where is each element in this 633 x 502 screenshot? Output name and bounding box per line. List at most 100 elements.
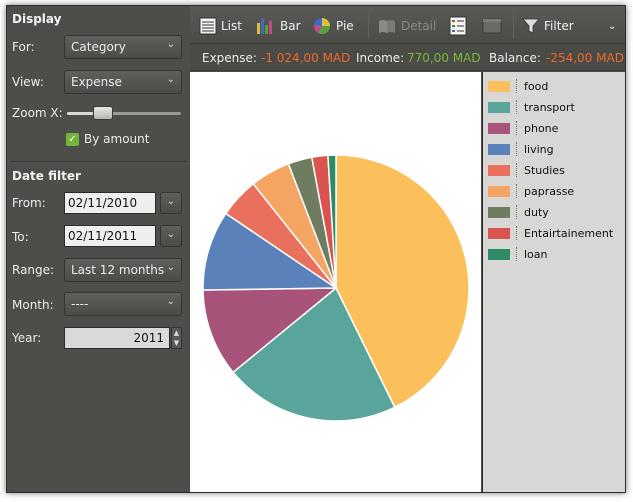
chevron-down-icon: ⌄ xyxy=(166,296,175,307)
filter-button-label: Filter xyxy=(544,19,574,33)
to-date-input[interactable]: 02/11/2011 xyxy=(64,225,156,247)
chevron-down-icon: ⌄ xyxy=(608,20,617,32)
detail-button-label: Detail xyxy=(401,19,437,33)
by-amount-label: By amount xyxy=(84,132,150,146)
legend-divider xyxy=(516,142,517,156)
for-combo[interactable]: Category ⌄ xyxy=(64,35,182,59)
legend-label: living xyxy=(524,142,554,156)
legend-divider xyxy=(516,163,517,177)
legend-swatch xyxy=(488,80,510,92)
spin-up-icon[interactable]: ▲ xyxy=(172,328,181,338)
legend-swatch xyxy=(488,227,510,239)
legend-label: phone xyxy=(524,121,559,135)
to-label: To: xyxy=(12,230,29,244)
month-combo[interactable]: ---- ⌄ xyxy=(64,292,182,316)
legend-divider xyxy=(516,205,517,219)
list-button-label: List xyxy=(221,19,242,33)
toolbar: List Bar Pie Detail Filter ⌄ xyxy=(190,6,625,44)
list-view-button[interactable]: List xyxy=(199,15,242,37)
date-filter-section-title: Date filter xyxy=(12,169,81,183)
filter-button[interactable]: Filter xyxy=(522,15,574,37)
totals-bar: Expense: -1 024,00 MAD Income: 770,00 MA… xyxy=(190,45,625,71)
to-date-picker-button[interactable]: ⌄ xyxy=(160,225,182,247)
legend-label: Studies xyxy=(524,163,565,177)
legend-divider xyxy=(516,79,517,93)
from-label: From: xyxy=(12,196,46,210)
legend-item-transport: transport xyxy=(488,100,575,114)
zoom-slider-handle[interactable] xyxy=(93,106,113,120)
range-combo-value: Last 12 months xyxy=(71,263,165,277)
year-spin-input[interactable]: 2011 xyxy=(64,327,170,349)
legend-swatch xyxy=(488,101,510,113)
legend-swatch xyxy=(488,122,510,134)
month-combo-value: ---- xyxy=(71,297,89,311)
from-date-picker-button[interactable]: ⌄ xyxy=(160,192,182,214)
zoom-slider-fill xyxy=(67,112,93,115)
legend-swatch xyxy=(488,185,510,197)
book-icon xyxy=(379,20,395,33)
chart-legend: food transport phone living Studies paprasse d… xyxy=(482,72,625,492)
toolbar-separator xyxy=(513,14,514,38)
legend-divider xyxy=(516,121,517,135)
legend-item-phone: phone xyxy=(488,121,558,135)
legend-item-studies: Studies xyxy=(488,163,565,177)
detail-button[interactable]: Detail xyxy=(377,15,436,37)
legend-item-duty: duty xyxy=(488,205,549,219)
pie-button-label: Pie xyxy=(336,19,354,33)
chevron-down-icon: ⌄ xyxy=(166,262,175,273)
from-date-input[interactable]: 02/11/2010 xyxy=(64,192,156,214)
legend-label: transport xyxy=(524,100,575,114)
display-section-title: Display xyxy=(12,12,62,26)
rate-button[interactable] xyxy=(482,15,502,37)
legend-label: duty xyxy=(524,205,549,219)
view-combo-value: Expense xyxy=(71,75,122,89)
legend-label: loan xyxy=(524,247,548,261)
legend-divider xyxy=(516,226,517,240)
bar-view-button[interactable]: Bar xyxy=(256,15,301,37)
legend-swatch xyxy=(488,206,510,218)
legend-divider xyxy=(516,247,517,261)
legend-item-food: food xyxy=(488,79,548,93)
legend-item-living: living xyxy=(488,142,554,156)
legend-toggle-button[interactable] xyxy=(449,15,467,37)
pie-view-button[interactable]: Pie xyxy=(312,15,354,37)
by-amount-checkbox[interactable]: ✓ xyxy=(66,133,79,146)
range-combo[interactable]: Last 12 months ⌄ xyxy=(64,258,182,282)
left-filter-panel: Display For: Category ⌄ View: Expense ⌄ … xyxy=(7,6,190,492)
spin-down-icon[interactable]: ▼ xyxy=(172,338,181,348)
zoom-label: Zoom X: xyxy=(12,106,63,120)
legend-swatch xyxy=(488,248,510,260)
chevron-down-icon: ⌄ xyxy=(166,39,175,50)
legend-item-paprasse: paprasse xyxy=(488,184,574,198)
homebank-statistics-window: Display For: Category ⌄ View: Expense ⌄ … xyxy=(6,5,626,493)
legend-label: Entairtainement xyxy=(524,226,614,240)
view-label: View: xyxy=(12,75,44,89)
legend-item-loan: loan xyxy=(488,247,548,261)
legend-item-entairtainement: Entairtainement xyxy=(488,226,613,240)
legend-divider xyxy=(516,100,517,114)
pie-chart-area xyxy=(190,72,481,492)
list-icon xyxy=(199,17,217,35)
balance-label: Balance: xyxy=(489,51,541,65)
view-combo[interactable]: Expense ⌄ xyxy=(64,70,182,94)
pie-chart-icon xyxy=(313,18,331,35)
legend-icon xyxy=(449,16,467,36)
for-combo-value: Category xyxy=(71,40,126,54)
window-icon xyxy=(482,18,502,34)
balance-value: -254,00 MAD xyxy=(546,51,624,65)
income-value: 770,00 MAD xyxy=(407,51,481,65)
section-divider xyxy=(11,161,187,162)
bar-button-label: Bar xyxy=(280,19,301,33)
legend-divider xyxy=(516,184,517,198)
year-spin-buttons[interactable]: ▲ ▼ xyxy=(171,327,182,349)
toolbar-separator xyxy=(368,14,369,38)
filter-funnel-icon xyxy=(522,18,540,34)
toolbar-overflow-button[interactable]: ⌄ xyxy=(608,15,616,37)
range-label: Range: xyxy=(12,263,55,277)
legend-label: food xyxy=(524,79,549,93)
chevron-down-icon: ⌄ xyxy=(166,229,176,240)
legend-swatch xyxy=(488,164,510,176)
chevron-down-icon: ⌄ xyxy=(166,74,175,85)
for-label: For: xyxy=(12,40,35,54)
income-label: Income: xyxy=(356,51,405,65)
